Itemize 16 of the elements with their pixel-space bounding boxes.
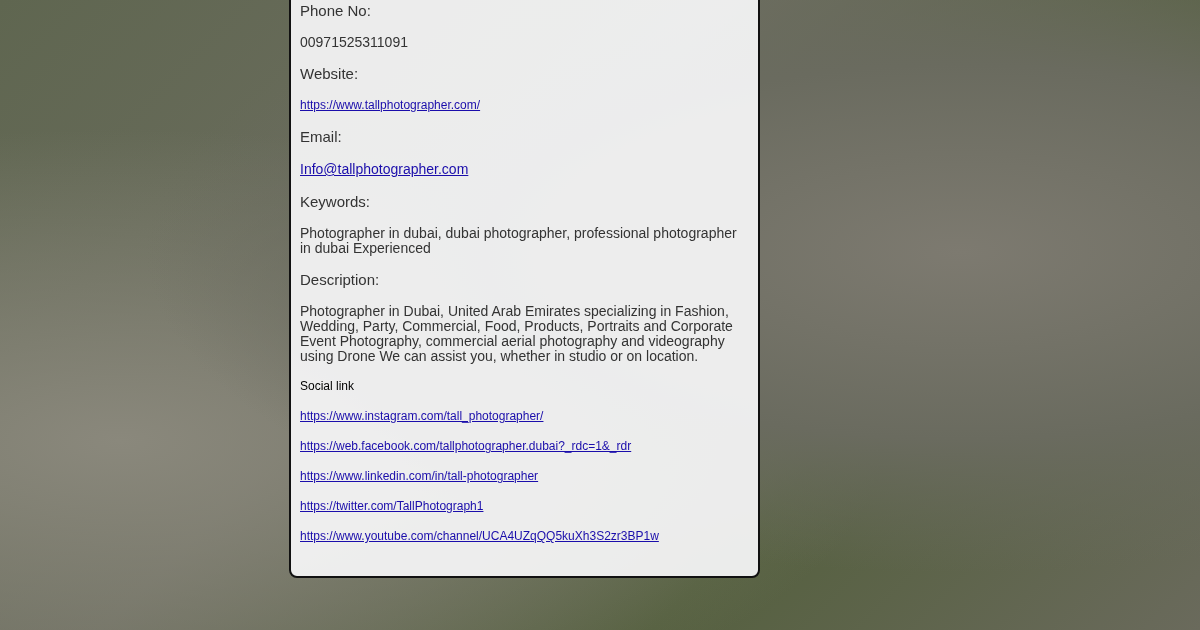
field-label: Email: — [300, 128, 342, 146]
link[interactable]: https://web.facebook.com/tallphotographer.dubai?_rdc=1&_rdr — [300, 439, 632, 454]
link[interactable]: https://www.tallphotographer.com/ — [300, 98, 481, 113]
link[interactable]: https://www.youtube.com/channel/UCA4UZqQQ5kuXh3S2zr3BP1w — [300, 529, 659, 544]
field-label: Website: — [300, 65, 359, 83]
field-label: Description: — [300, 271, 380, 289]
field-label: Keywords: — [300, 193, 371, 211]
section-label: Social link — [300, 379, 355, 394]
field-value: Photographer in dubai, dubai photographer, professional photographer in dubai Experienced — [300, 226, 738, 256]
field-value: Photographer in Dubai, United Arab Emirates specializing in Fashion, Wedding, Party, Commercial, Food, Products, Portraits and Corporate Event Photography, commercial aerial photography and videography using Drone We can assist you, whether in studio or on location. — [300, 304, 734, 364]
link[interactable]: https://www.linkedin.com/in/tall-photographer — [300, 469, 539, 484]
field-value: 00971525311091 — [300, 35, 408, 50]
field-label: Phone No: — [300, 2, 371, 20]
link[interactable]: https://twitter.com/TallPhotograph1 — [300, 499, 484, 514]
email-link[interactable]: Info@tallphotographer.com — [300, 161, 469, 178]
link[interactable]: https://www.instagram.com/tall_photographer/ — [300, 409, 544, 424]
